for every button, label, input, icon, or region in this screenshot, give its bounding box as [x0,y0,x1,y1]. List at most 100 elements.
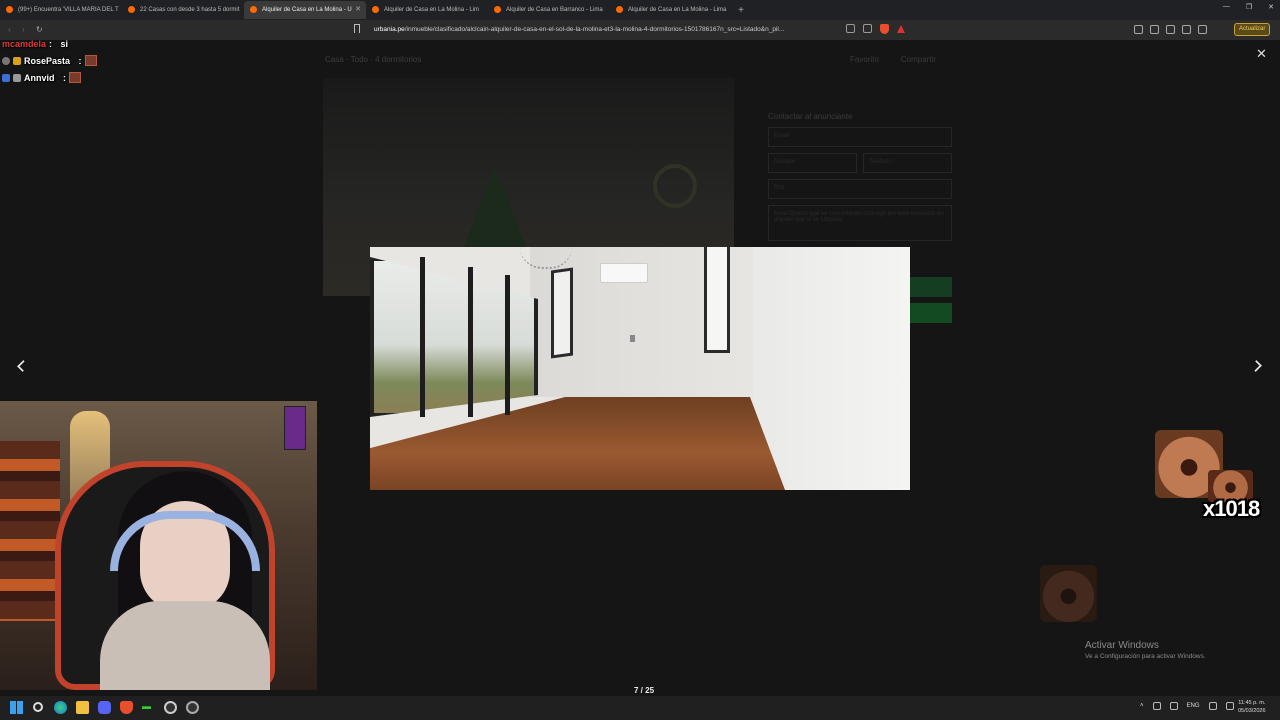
tab-title: 22 Casas con desde 3 hasta 5 dormit [140,7,240,13]
chat-text: si [60,38,69,49]
wreath-shape [653,164,697,208]
minimize-icon[interactable]: — [1223,3,1230,11]
webcam-shelf [0,441,60,621]
address-bar: ‹ › ↻ urbania.pe/inmueble/clasificado/al… [0,20,1280,40]
photo-wall-right [753,247,910,490]
display-icon[interactable] [1208,702,1217,710]
brave-shields-icon[interactable] [880,24,889,34]
taskbar-clock[interactable]: 11:45 p. m. 05/03/2026 [1238,699,1266,715]
tab-title: (99+) Encuentra 'VILLA MARIA DEL T [18,7,119,13]
browser-tab[interactable]: Alquiler de Casa en Barranco - Lima [488,1,610,19]
system-tray: ˄ ENG [1140,702,1234,710]
favicon-icon [6,6,13,13]
taskbar: ▬ ˄ ENG 11:45 p. m. 05/03/2026 [0,696,1280,720]
browser-tab[interactable]: 22 Casas con desde 3 hasta 5 dormit [122,1,244,19]
back-arrow-icon[interactable]: ‹ [8,25,11,34]
favicon-icon [494,6,501,13]
windows-activation-watermark: Activar Windows Ve a Configuración para … [1085,640,1206,660]
browser-tab[interactable]: (99+) Encuentra 'VILLA MARIA DEL T [0,1,122,19]
message-field[interactable]: Hola! Quiero que se comuniquen conmigo p… [768,205,952,241]
chat-message: RosePasta : [2,52,97,69]
tab-title: Alquiler de Casa en Barranco - Lima [506,7,603,13]
sub-badge-icon [13,56,21,65]
photo-large-window [370,257,538,417]
volume-icon[interactable] [1225,702,1234,710]
windows-start-icon[interactable] [10,701,23,714]
extensions-icon[interactable] [1134,25,1143,34]
music-icon[interactable] [1150,25,1159,34]
emote-image [1040,565,1097,622]
webcam-poster [284,406,306,450]
listing-title: Casa · Todo · 4 dormitorios [325,55,422,64]
badge-icon [13,73,21,82]
tab-strip: (99+) Encuentra 'VILLA MARIA DEL T 22 Ca… [0,0,1280,20]
photo-window-frame [420,257,425,417]
share-link[interactable]: Compartir [901,55,936,64]
favicon-icon [250,6,257,13]
restore-icon[interactable]: ❐ [1246,3,1252,11]
chat-message: mcamdela: si [2,35,97,52]
emote-combo-counter: x1018 [1203,496,1260,521]
chat-username: mcamdela [2,38,47,49]
contact-title: Contactar al anunciante [768,112,853,121]
chat-text: : [78,55,82,66]
language-indicator[interactable]: ENG [1187,703,1200,709]
webcam-streamer-shirt [100,601,270,690]
edge-icon[interactable] [54,701,67,714]
email-field[interactable]: Email [768,127,952,147]
sidebar-icon[interactable] [1166,25,1175,34]
activation-subtitle: Ve a Configuración para activar Windows. [1085,653,1206,660]
webcam-overlay [0,401,317,690]
mic-icon[interactable] [1169,702,1178,710]
wallet-icon[interactable] [1182,25,1191,34]
tray-chevron-up-icon[interactable]: ˄ [1140,703,1144,709]
phone-field[interactable]: Teléfono [863,153,952,173]
clock-time: 11:45 p. m. [1238,700,1266,706]
gallery-photo [370,247,910,490]
window-close-icon[interactable]: ✕ [1268,3,1274,11]
forward-arrow-icon[interactable]: › [22,25,25,34]
browser-tab[interactable]: Alquiler de Casa en La Molina - Lima [610,1,732,19]
browser-tab-active[interactable]: Alquiler de Casa en La Molina - U ✕ [244,1,366,19]
photo-window-frame [505,275,510,415]
bookmark-icon[interactable] [354,24,360,33]
favicon-icon [128,6,135,13]
network-icon[interactable] [1152,702,1161,710]
discord-icon[interactable] [98,701,111,714]
new-tab-plus-icon[interactable]: + [732,5,750,16]
brave-rewards-icon[interactable] [897,25,905,33]
chat-text: : [49,38,53,49]
stream-chat: mcamdela: si RosePasta : Annvid : [2,35,97,86]
prime-badge-icon [2,73,10,82]
reload-icon[interactable]: ↻ [36,25,43,34]
photo-tall-window [704,247,730,353]
chat-emote-icon [84,55,97,66]
search-icon[interactable] [33,702,43,712]
close-icon[interactable]: ✕ [1256,46,1267,62]
dni-field[interactable]: DNI [768,179,952,199]
chat-text: : [63,72,67,83]
app-icon[interactable] [186,701,199,714]
vpn-icon[interactable] [1198,25,1207,34]
terminal-icon[interactable]: ▬ [142,701,155,714]
brave-icon[interactable] [120,701,133,714]
url-field[interactable]: urbania.pe/inmueble/clasificado/alclcain… [374,24,896,36]
favicon-icon [372,6,379,13]
chat-username: RosePasta [24,55,71,66]
close-tab-icon[interactable]: ✕ [355,5,361,13]
photo-light-switch [630,335,635,342]
obs-icon[interactable] [164,701,177,714]
photo-window-frame [468,267,473,417]
listing-actions: Favorito Compartir [850,55,936,64]
update-button[interactable]: Actualizar [1234,23,1271,36]
activation-title: Activar Windows [1085,640,1159,651]
url-path: /inmueble/clasificado/alclcain-alquiler-… [404,26,785,33]
file-explorer-icon[interactable] [76,701,89,714]
name-field[interactable]: Nombre [768,153,857,173]
favicon-icon [616,6,623,13]
browser-tab[interactable]: Alquiler de Casa en La Molina - Lim [366,1,488,19]
share-icon[interactable] [863,24,872,33]
reader-mode-icon[interactable] [846,24,855,33]
favorite-link[interactable]: Favorito [850,55,879,64]
chat-message: Annvid : [2,69,97,86]
